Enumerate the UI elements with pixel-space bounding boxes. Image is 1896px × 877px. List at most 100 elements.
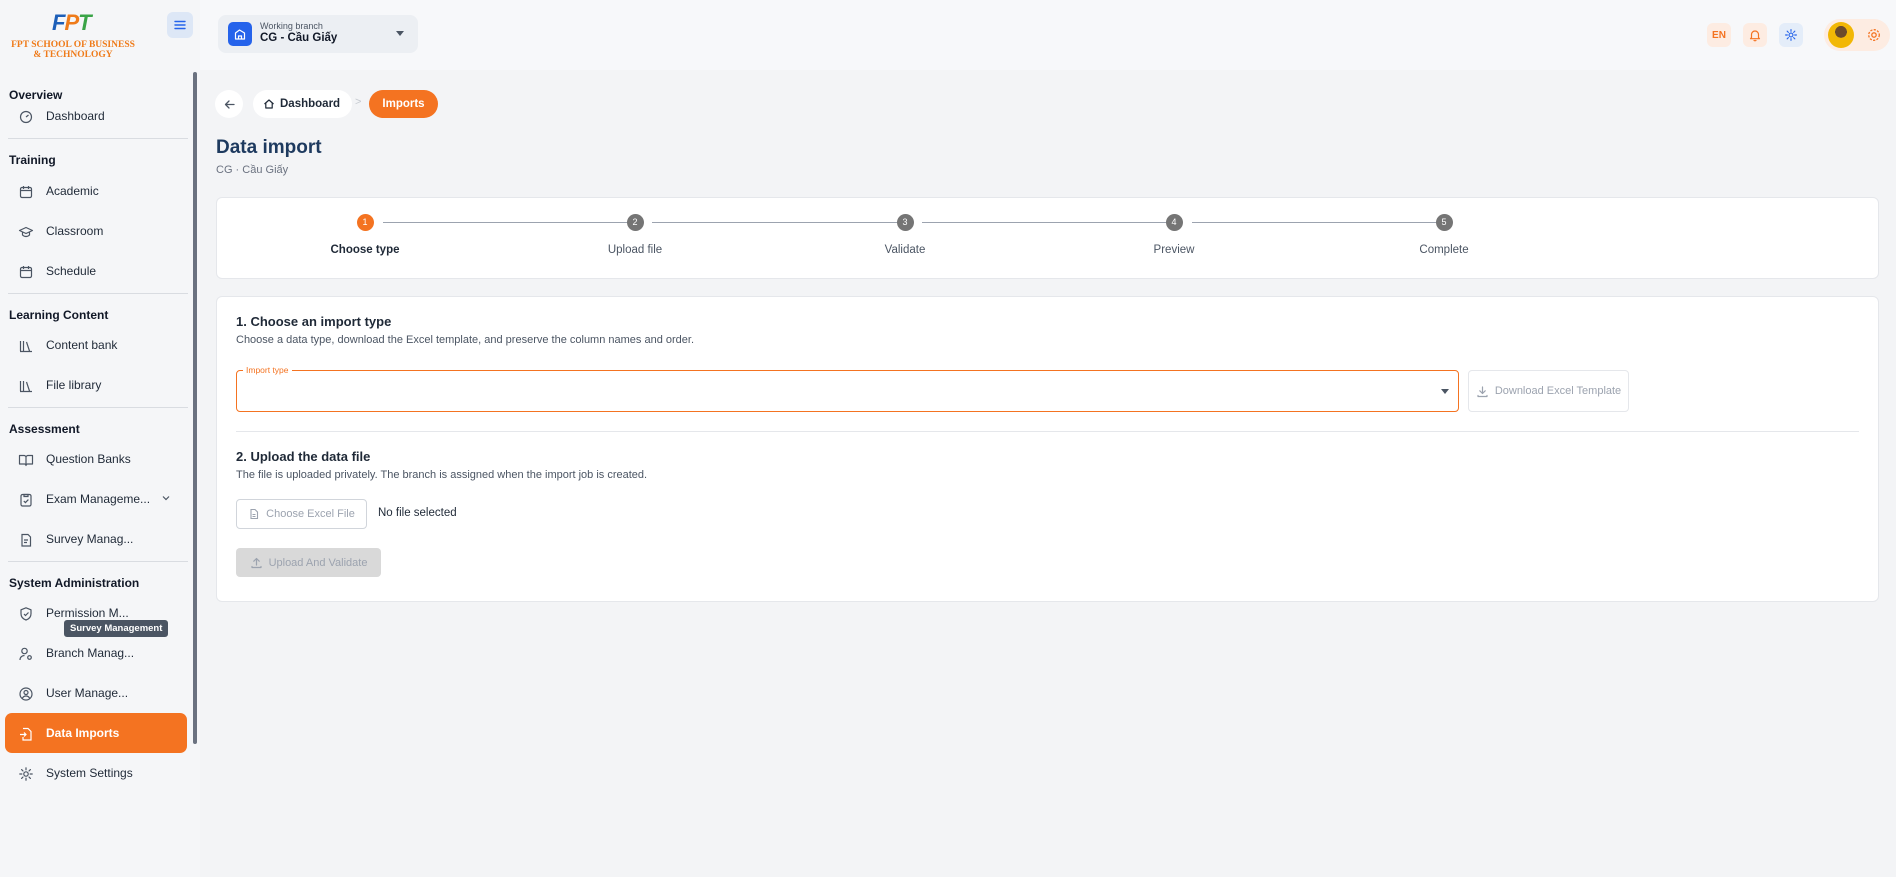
breadcrumb-home-label: Dashboard: [280, 98, 341, 110]
clipboard-check-icon: [20, 493, 32, 507]
top-header: Working branch CG - Cầu Giấy EN: [200, 0, 1896, 70]
home-icon: [264, 99, 274, 109]
sidebar-item-label: Academic: [46, 184, 99, 198]
sidebar-item-label: File library: [46, 378, 102, 392]
step-choose-type: 1 Choose type: [315, 214, 415, 256]
avatar: [1828, 22, 1854, 48]
step-complete: 5 Complete: [1394, 214, 1494, 256]
upload-icon: [250, 557, 262, 569]
section-title-learning-content: Learning Content: [9, 308, 109, 322]
card-divider: [236, 431, 1859, 432]
caret-down-icon: [396, 31, 404, 36]
sidebar-item-dashboard[interactable]: Dashboard: [0, 96, 188, 136]
sidebar-item-exam-management[interactable]: Exam Manageme...: [0, 479, 188, 519]
upload-description: The file is uploaded privately. The bran…: [236, 469, 648, 481]
sidebar-item-question-banks[interactable]: Question Banks: [0, 439, 188, 479]
book-open-icon: [18, 454, 34, 467]
breadcrumb-dashboard[interactable]: Dashboard: [253, 90, 353, 118]
bell-icon: [1749, 30, 1761, 42]
branch-caption: Working branch: [260, 21, 323, 31]
sidebar-nav: Overview Dashboard Training Academic Cla…: [0, 72, 188, 793]
step-number: 1: [356, 214, 374, 231]
step-label: Preview: [1153, 244, 1195, 256]
language-button[interactable]: EN: [1707, 23, 1731, 47]
sidebar-item-schedule[interactable]: Schedule: [0, 251, 188, 291]
sidebar-item-label: Classroom: [46, 224, 104, 238]
step-label: Upload file: [607, 244, 663, 256]
sidebar-item-label: Content bank: [46, 338, 118, 352]
breadcrumb-separator: >: [355, 96, 362, 108]
sidebar-scrollbar[interactable]: [193, 72, 197, 744]
import-form-card: 1. Choose an import type Choose a data t…: [216, 296, 1879, 602]
sidebar-item-data-imports[interactable]: Data Imports: [5, 713, 187, 753]
step-label: Complete: [1419, 244, 1469, 256]
sidebar-item-label: Survey Manag...: [46, 532, 134, 546]
library-icon: [19, 341, 32, 353]
step-number: 3: [896, 214, 914, 231]
step-label: Choose type: [330, 244, 400, 256]
step-validate: 3 Validate: [855, 214, 955, 256]
calendar-icon: [19, 186, 33, 199]
gear-icon: [1868, 29, 1880, 41]
graduation-cap-icon: [18, 226, 34, 238]
upload-validate-button[interactable]: Upload And Validate: [236, 548, 381, 577]
sidebar-item-content-bank[interactable]: Content bank: [0, 325, 188, 365]
chevron-down-icon[interactable]: [160, 492, 172, 504]
upload-validate-label: Upload And Validate: [268, 556, 368, 569]
download-template-button[interactable]: Download Excel Template: [1468, 370, 1629, 412]
sidebar-divider: [8, 561, 188, 562]
breadcrumb-current: Imports: [369, 90, 438, 118]
notifications-button[interactable]: [1743, 23, 1767, 47]
import-type-select[interactable]: Import type: [236, 365, 1459, 412]
back-button[interactable]: [215, 90, 243, 118]
choose-file-label: Choose Excel File: [266, 508, 355, 520]
sidebar-item-branch-management[interactable]: Branch Manag...: [0, 633, 188, 673]
sidebar-item-file-library[interactable]: File library: [0, 365, 188, 405]
dashboard-icon: [19, 110, 33, 124]
sidebar-item-label: System Settings: [46, 766, 133, 780]
sidebar-item-survey-management[interactable]: Survey Manag...: [0, 519, 188, 559]
branch-selector[interactable]: Working branch CG - Cầu Giấy: [218, 15, 418, 53]
main-content: Dashboard > Imports Data import CG · Cầu…: [200, 70, 1896, 877]
download-icon: [1477, 385, 1488, 397]
sidebar-item-label: Exam Manageme...: [46, 492, 151, 506]
gear-icon: [19, 767, 33, 781]
section-title-assessment: Assessment: [9, 422, 80, 436]
profile-menu[interactable]: [1824, 19, 1890, 51]
download-template-label: Download Excel Template: [1494, 385, 1622, 397]
file-icon: [250, 508, 259, 520]
section-title-training: Training: [9, 153, 56, 167]
caret-down-icon: [1441, 389, 1449, 394]
sidebar-item-classroom[interactable]: Classroom: [0, 211, 188, 251]
sidebar-divider: [8, 138, 188, 139]
import-type-title: 1. Choose an import type: [236, 314, 392, 329]
building-icon: [228, 22, 252, 46]
sidebar-item-academic[interactable]: Academic: [0, 171, 188, 211]
settings-button[interactable]: [1779, 23, 1803, 47]
sidebar-tooltip: Survey Management: [64, 620, 169, 637]
branch-name: CG - Cầu Giấy: [260, 32, 338, 44]
import-type-label: Import type: [243, 365, 292, 375]
logo-mark: FPT: [52, 10, 92, 35]
sidebar-item-system-settings[interactable]: System Settings: [0, 753, 188, 793]
step-number: 5: [1435, 214, 1453, 231]
logo-text: FPT SCHOOL OF BUSINESS & TECHNOLOGY: [11, 40, 135, 60]
calendar-icon: [19, 266, 33, 279]
sidebar-item-user-management[interactable]: User Manage...: [0, 673, 188, 713]
hamburger-icon: [174, 20, 186, 30]
step-preview: 4 Preview: [1124, 214, 1224, 256]
choose-file-button[interactable]: Choose Excel File: [236, 499, 367, 529]
menu-toggle-button[interactable]: [167, 12, 193, 38]
selected-file-status: No file selected: [378, 507, 457, 519]
sidebar-divider: [8, 407, 188, 408]
fpt-logo[interactable]: FPT FPT SCHOOL OF BUSINESS & TECHNOLOGY: [8, 10, 138, 60]
section-title-system-administration: System Administration: [9, 576, 140, 590]
step-number: 4: [1165, 214, 1183, 231]
import-stepper: 1 Choose type 2 Upload file 3 Validate 4…: [216, 197, 1879, 279]
upload-title: 2. Upload the data file: [236, 449, 371, 464]
sidebar-divider: [8, 293, 188, 294]
arrow-left-icon: [224, 99, 235, 109]
page-title: Data import: [216, 137, 322, 158]
sidebar-item-label: Schedule: [46, 264, 97, 278]
sidebar-item-label: Branch Manag...: [46, 646, 135, 660]
